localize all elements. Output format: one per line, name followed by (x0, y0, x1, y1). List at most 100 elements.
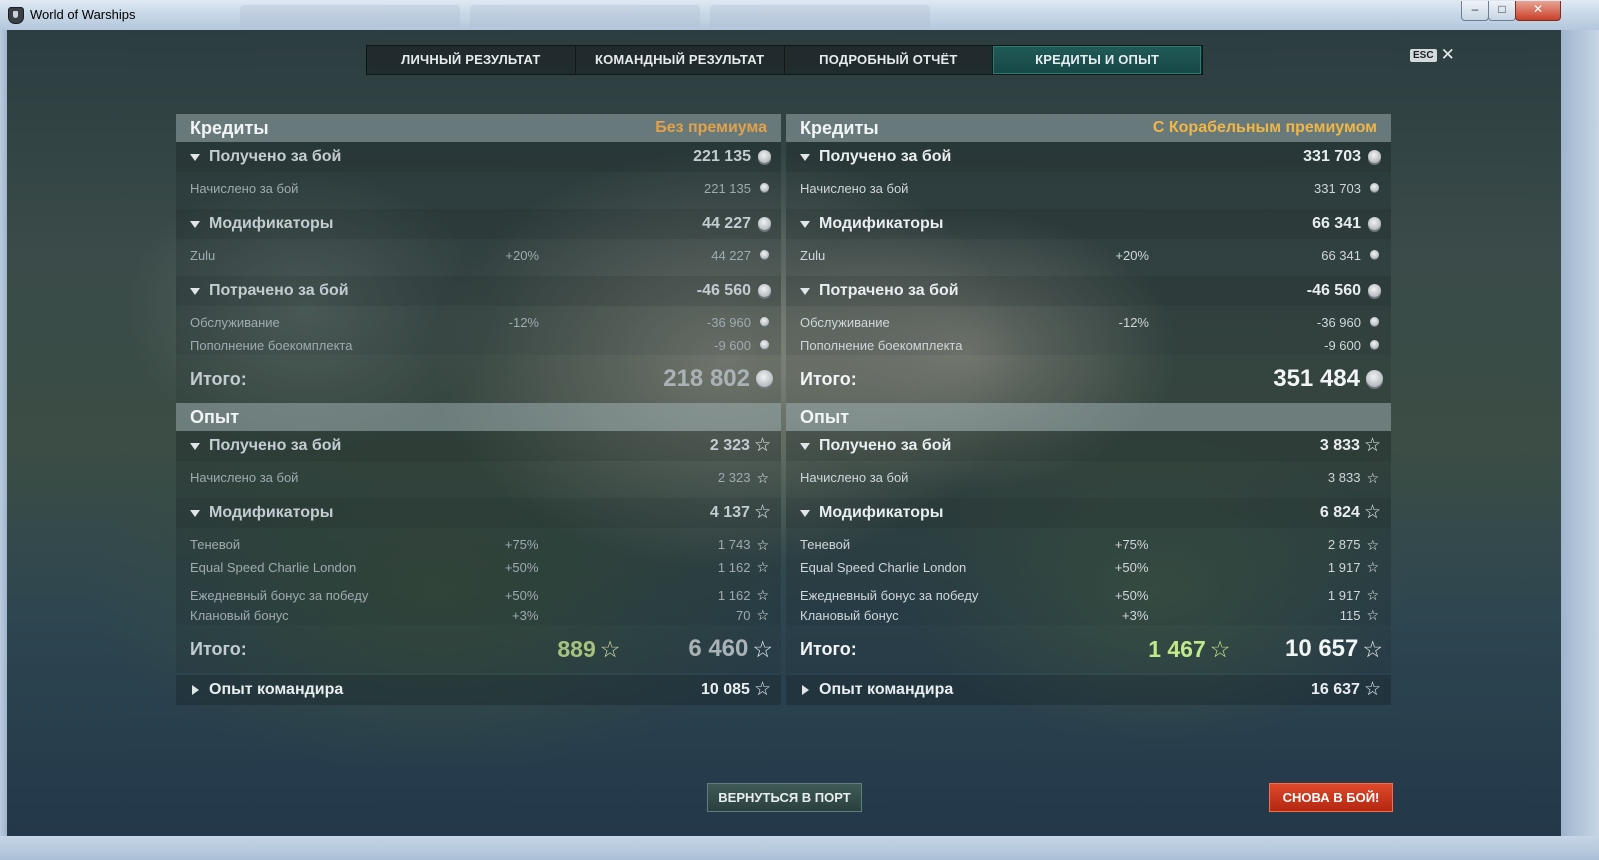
credits-header: Кредиты Без премиума (176, 114, 781, 142)
elite-exp: 889 ☆ (557, 635, 621, 662)
credits-coin-icon (758, 149, 771, 163)
credits-service-row: Обслуживание -12% -36 960 (176, 306, 781, 335)
exp-title: Опыт (190, 406, 240, 427)
battle-again-button[interactable]: СНОВА В БОЙ! (1269, 783, 1393, 812)
collapse-arrow-icon[interactable] (800, 509, 810, 517)
credits-coin-icon (760, 250, 769, 259)
credits-coin-icon (760, 183, 769, 192)
credits-coin-icon (756, 369, 773, 387)
exp-title: Опыт (800, 406, 850, 427)
credits-coin-icon (758, 216, 771, 230)
exp-escl-row: Equal Speed Charlie London +50% 1 917 ☆ (786, 557, 1391, 577)
expand-arrow-icon[interactable] (802, 685, 809, 695)
panel-ship-premium: Кредиты С Корабельным премиумом Получено… (786, 114, 1391, 705)
collapse-arrow-icon[interactable] (190, 220, 200, 228)
window-titlebar: World of Warships – □ ✕ (0, 0, 1599, 31)
credits-service-row: Обслуживание -12% -36 960 (786, 306, 1391, 335)
credits-coin-icon (1368, 283, 1381, 297)
credits-modifiers-row[interactable]: Модификаторы 44 227 (176, 209, 781, 239)
elite-exp: 1 467 ☆ (1148, 635, 1231, 662)
exp-shadow-row: Теневой +75% 1 743 ☆ (176, 528, 781, 557)
maximize-button[interactable]: □ (1488, 1, 1516, 21)
result-tabs: ЛИЧНЫЙ РЕЗУЛЬТАТ КОМАНДНЫЙ РЕЗУЛЬТАТ ПОД… (366, 45, 1203, 75)
exp-received-row[interactable]: Получено за бой 3 833 ☆ (786, 431, 1391, 461)
close-window-button[interactable]: ✕ (1515, 1, 1561, 21)
credits-coin-icon (1370, 250, 1379, 259)
exp-daily-row: Ежедневный бонус за победу +50% 1 917 ☆ (786, 585, 1391, 605)
credits-coin-icon (760, 339, 769, 349)
exp-modifiers-row[interactable]: Модификаторы 4 137 ☆ (176, 498, 781, 528)
credits-zulu-row: Zulu +20% 44 227 (176, 239, 781, 268)
exp-total-row: Итого: 889 ☆ 6 460 ☆ (176, 625, 781, 673)
credits-modifiers-row[interactable]: Модификаторы 66 341 (786, 209, 1391, 239)
app-shield-icon (8, 7, 24, 24)
close-icon[interactable]: ✕ (1441, 46, 1455, 63)
tab-team-result[interactable]: КОМАНДНЫЙ РЕЗУЛЬТАТ (576, 46, 785, 74)
collapse-arrow-icon[interactable] (190, 153, 200, 161)
exp-clan-row: Клановый бонус +3% 70 ☆ (176, 605, 781, 625)
window-frame-bottom (0, 836, 1599, 860)
exp-accrued-row: Начислено за бой 2 323 ☆ (176, 461, 781, 490)
panel-no-premium: Кредиты Без премиума Получено за бой 221… (176, 114, 781, 705)
exp-clan-row: Клановый бонус +3% 115 ☆ (786, 605, 1391, 625)
collapse-arrow-icon[interactable] (190, 442, 200, 450)
credits-received-row[interactable]: Получено за бой 221 135 (176, 142, 781, 172)
window-frame-left (0, 30, 7, 836)
premium-status: Без премиума (655, 119, 767, 136)
close-results-button[interactable]: ESC ✕ (1410, 46, 1455, 63)
exp-header: Опыт (176, 403, 781, 431)
collapse-arrow-icon[interactable] (190, 509, 200, 517)
credits-coin-icon (1366, 369, 1383, 387)
star-icon: ☆ (756, 536, 769, 553)
collapse-arrow-icon[interactable] (800, 153, 810, 161)
star-icon: ☆ (1366, 469, 1379, 486)
star-icon: ☆ (1362, 636, 1383, 662)
return-to-port-button[interactable]: ВЕРНУТЬСЯ В ПОРТ (707, 783, 862, 812)
credits-coin-icon (1368, 149, 1381, 163)
credits-coin-icon (760, 317, 769, 326)
credits-spent-row[interactable]: Потрачено за бой -46 560 (176, 276, 781, 306)
expand-arrow-icon[interactable] (192, 685, 199, 695)
collapse-arrow-icon[interactable] (800, 442, 810, 450)
credits-spent-row[interactable]: Потрачено за бой -46 560 (786, 276, 1391, 306)
minimize-button[interactable]: – (1461, 1, 1489, 21)
star-icon: ☆ (753, 502, 771, 523)
star-icon: ☆ (1363, 679, 1381, 700)
credits-received-row[interactable]: Получено за бой 331 703 (786, 142, 1391, 172)
star-icon: ☆ (756, 469, 769, 486)
exp-escl-row: Equal Speed Charlie London +50% 1 162 ☆ (176, 557, 781, 577)
credits-ammo-row: Пополнение боекомплекта -9 600 (176, 335, 781, 355)
collapse-arrow-icon[interactable] (800, 287, 810, 295)
exp-total-row: Итого: 1 467 ☆ 10 657 ☆ (786, 625, 1391, 673)
credits-title: Кредиты (190, 117, 269, 138)
credits-ammo-row: Пополнение боекомплекта -9 600 (786, 335, 1391, 355)
tab-personal-result[interactable]: ЛИЧНЫЙ РЕЗУЛЬТАТ (367, 46, 576, 74)
star-icon: ☆ (1366, 536, 1379, 553)
credits-accrued-row: Начислено за бой 221 135 (176, 172, 781, 201)
star-icon: ☆ (1363, 435, 1381, 456)
background-browser-tabs (240, 5, 1000, 27)
star-icon: ☆ (1366, 607, 1379, 623)
credits-zulu-row: Zulu +20% 66 341 (786, 239, 1391, 268)
exp-daily-row: Ежедневный бонус за победу +50% 1 162 ☆ (176, 585, 781, 605)
exp-received-row[interactable]: Получено за бой 2 323 ☆ (176, 431, 781, 461)
window-title: World of Warships (30, 7, 136, 22)
star-icon: ☆ (753, 435, 771, 456)
collapse-arrow-icon[interactable] (190, 287, 200, 295)
credits-total-row: Итого: 218 802 (176, 355, 781, 403)
exp-shadow-row: Теневой +75% 2 875 ☆ (786, 528, 1391, 557)
collapse-arrow-icon[interactable] (800, 220, 810, 228)
exp-header: Опыт (786, 403, 1391, 431)
credits-title: Кредиты (800, 117, 879, 138)
commander-exp-row[interactable]: Опыт командира 10 085 ☆ (176, 675, 781, 705)
star-icon: ☆ (756, 559, 769, 575)
star-icon: ☆ (1363, 502, 1381, 523)
tab-credits-and-exp[interactable]: КРЕДИТЫ И ОПЫТ (993, 46, 1202, 74)
elite-star-icon: ☆ (1209, 636, 1231, 662)
star-icon: ☆ (756, 587, 769, 603)
commander-exp-row[interactable]: Опыт командира 16 637 ☆ (786, 675, 1391, 705)
exp-modifiers-row[interactable]: Модификаторы 6 824 ☆ (786, 498, 1391, 528)
credits-coin-icon (1370, 339, 1379, 349)
credits-coin-icon (1368, 216, 1381, 230)
tab-detailed-report[interactable]: ПОДРОБНЫЙ ОТЧЁТ (785, 46, 994, 74)
